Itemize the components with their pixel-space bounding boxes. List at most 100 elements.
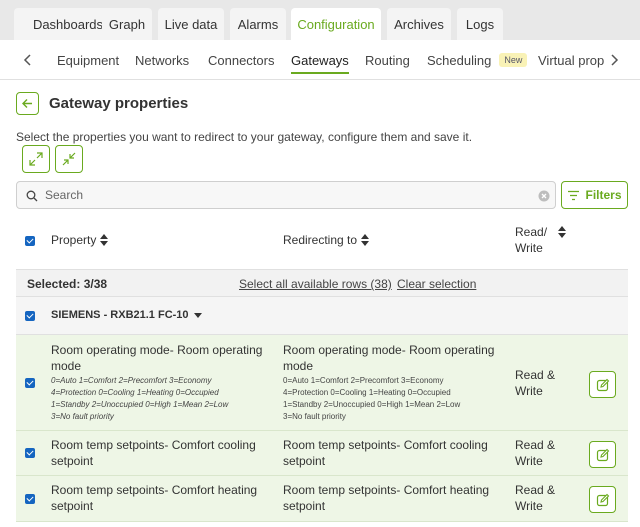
title-line: setpoint xyxy=(283,499,326,513)
column-label: Redirecting to xyxy=(283,233,358,247)
property-title: Room temp setpoints- Comfort cooling set… xyxy=(51,437,256,469)
search-icon xyxy=(26,190,38,202)
subtab-gateways[interactable]: Gateways xyxy=(291,40,349,80)
collapse-icon xyxy=(62,152,76,166)
clear-icon[interactable] xyxy=(538,190,550,202)
selected-count: Selected: 3/38 xyxy=(27,277,108,291)
sort-icon[interactable] xyxy=(558,226,566,238)
desc-line: 0=Auto 1=Comfort 2=Precomfort 3=Economy xyxy=(51,376,212,385)
arrow-left-icon xyxy=(22,99,32,108)
column-header-property[interactable]: Property xyxy=(51,233,109,247)
subtab-connectors[interactable]: Connectors xyxy=(208,40,274,80)
back-button[interactable] xyxy=(16,92,39,115)
desc-line: 3=No fault priority xyxy=(283,412,346,421)
title-line: Room temp setpoints- Comfort cooling xyxy=(283,438,488,452)
column-header-redirecting[interactable]: Redirecting to xyxy=(283,233,370,247)
expand-icon xyxy=(29,152,43,166)
rw-line: Write xyxy=(515,454,543,468)
select-all-checkbox[interactable] xyxy=(25,236,35,246)
sort-icon xyxy=(361,234,370,246)
page-title: Gateway properties xyxy=(49,95,189,112)
row-checkbox[interactable] xyxy=(25,378,35,388)
title-line: Room temp setpoints- Comfort cooling xyxy=(51,438,256,452)
tab-label: Live data xyxy=(164,16,218,32)
chevron-right-icon[interactable] xyxy=(606,52,622,68)
sub-tab-bar: Equipment Networks Connectors Gateways R… xyxy=(0,40,640,80)
desc-line: 0=Auto 1=Comfort 2=Precomfort 3=Economy xyxy=(283,376,444,385)
new-badge: New xyxy=(499,53,528,67)
edit-icon xyxy=(596,378,609,391)
clear-selection-link[interactable]: Clear selection xyxy=(397,277,476,291)
search-input[interactable] xyxy=(45,185,525,205)
table-row[interactable]: Room temp setpoints- Comfort cooling set… xyxy=(16,431,628,476)
edit-button[interactable] xyxy=(589,486,616,513)
group-name: SIEMENS - RXB21.1 FC-10 xyxy=(51,309,189,321)
desc-line: 3=No fault priority xyxy=(51,412,114,421)
title-line: Room operating mode- Room operating xyxy=(283,343,495,357)
tab-logs[interactable]: Logs xyxy=(457,8,503,40)
title-line: setpoint xyxy=(283,454,326,468)
read-write-value: Read & Write xyxy=(515,367,555,399)
search-box xyxy=(16,181,556,209)
property-description: 0=Auto 1=Comfort 2=Precomfort 3=Economy … xyxy=(51,375,228,423)
tab-live-data[interactable]: Live data xyxy=(158,8,224,40)
tab-label: Dashboards xyxy=(32,16,104,32)
rw-line: Read & xyxy=(515,483,556,497)
subtab-label: Scheduling xyxy=(427,52,492,68)
filters-label: Filters xyxy=(585,188,622,202)
selection-bar: Selected: 3/38 Select all available rows… xyxy=(16,269,628,297)
redirect-description: 0=Auto 1=Comfort 2=Precomfort 3=Economy … xyxy=(283,375,460,423)
main-tab-bar: Dashboards Graph Live data Alarms Config… xyxy=(0,0,640,40)
sort-icon xyxy=(100,234,109,246)
group-checkbox[interactable] xyxy=(25,311,35,321)
caret-down-icon[interactable] xyxy=(193,312,202,318)
subtab-networks[interactable]: Networks xyxy=(135,40,189,80)
edit-icon xyxy=(596,493,609,506)
subtab-label: Equipment xyxy=(57,52,120,68)
tab-configuration[interactable]: Configuration xyxy=(291,8,381,40)
tab-label: Logs xyxy=(465,16,495,32)
tab-graph[interactable]: Graph xyxy=(102,8,152,40)
row-checkbox[interactable] xyxy=(25,494,35,504)
redirect-title: Room temp setpoints- Comfort cooling set… xyxy=(283,437,488,469)
tab-alarms[interactable]: Alarms xyxy=(230,8,286,40)
title-line: mode xyxy=(51,359,82,373)
edit-button[interactable] xyxy=(589,371,616,398)
filters-button[interactable]: Filters xyxy=(561,181,628,209)
rw-line: Read & xyxy=(515,438,556,452)
row-checkbox[interactable] xyxy=(25,448,35,458)
desc-line: 1=Standby 2=Unoccupied 0=High 1=Mean 2=L… xyxy=(283,400,461,409)
table-row[interactable]: Room temp setpoints- Comfort heating set… xyxy=(16,476,628,522)
tab-label: Configuration xyxy=(297,16,375,32)
edit-button[interactable] xyxy=(589,441,616,468)
subtab-scheduling[interactable]: Scheduling New xyxy=(427,40,528,80)
column-label: Write xyxy=(515,241,543,255)
group-row[interactable]: SIEMENS - RXB21.1 FC-10 xyxy=(16,297,628,335)
title-line: mode xyxy=(283,359,314,373)
group-label: SIEMENS - RXB21.1 FC-10 xyxy=(51,309,202,321)
subtab-label: Routing xyxy=(365,52,410,68)
rw-line: Read & xyxy=(515,368,556,382)
read-write-value: Read & Write xyxy=(515,437,555,469)
subtab-label: Networks xyxy=(135,52,190,68)
column-label: Read/ xyxy=(515,225,548,239)
subtab-label: Connectors xyxy=(208,52,275,68)
desc-line: 1=Standby 2=Unoccupied 0=High 1=Mean 2=L… xyxy=(51,400,229,409)
subtab-routing[interactable]: Routing xyxy=(365,40,410,80)
redirect-title: Room temp setpoints- Comfort heating set… xyxy=(283,482,489,514)
collapse-all-button[interactable] xyxy=(55,145,83,173)
tab-archives[interactable]: Archives xyxy=(387,8,451,40)
read-write-value: Read & Write xyxy=(515,482,555,514)
edit-icon xyxy=(596,448,609,461)
expand-all-button[interactable] xyxy=(22,145,50,173)
table-row[interactable]: Room operating mode- Room operating mode… xyxy=(16,335,628,431)
select-all-rows-link[interactable]: Select all available rows (38) xyxy=(239,277,392,291)
desc-line: 4=Protection 0=Cooling 1=Heating 0=Occup… xyxy=(283,388,451,397)
title-line: Room temp setpoints- Comfort heating xyxy=(51,483,258,497)
desc-line: 4=Protection 0=Cooling 1=Heating 0=Occup… xyxy=(51,388,219,397)
subtab-equipment[interactable]: Equipment xyxy=(57,40,119,80)
subtab-virtual-prop[interactable]: Virtual prop xyxy=(538,40,604,80)
column-header-read-write[interactable]: Read/ Write xyxy=(515,225,547,255)
title-line: Room temp setpoints- Comfort heating xyxy=(283,483,490,497)
chevron-left-icon[interactable] xyxy=(20,52,36,68)
